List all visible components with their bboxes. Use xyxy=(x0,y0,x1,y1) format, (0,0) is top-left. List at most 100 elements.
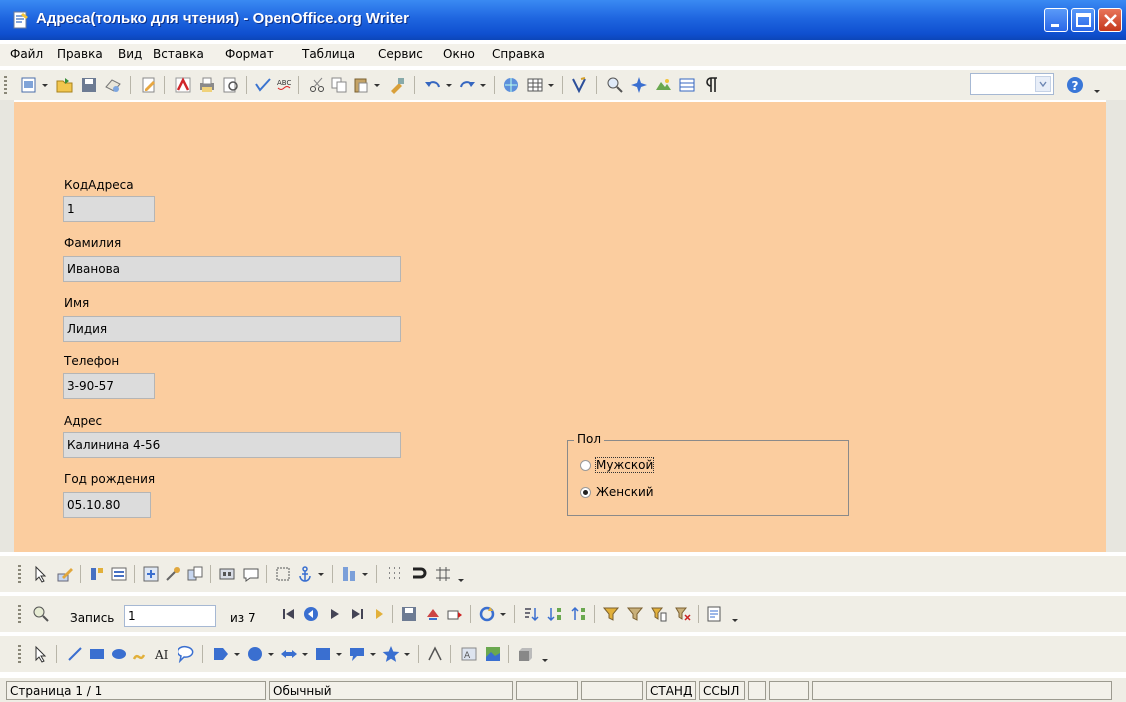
close-button[interactable] xyxy=(1098,8,1122,32)
add-field-icon[interactable] xyxy=(164,565,182,583)
hyperlink-icon[interactable] xyxy=(502,76,520,94)
apply-filter-icon[interactable] xyxy=(626,605,644,623)
undo-record-icon[interactable] xyxy=(424,605,442,623)
block-arrows-dropdown-icon[interactable] xyxy=(300,645,310,663)
position-size-icon[interactable] xyxy=(274,565,292,583)
menu-format[interactable]: Формат xyxy=(225,47,274,61)
ellipse-icon[interactable] xyxy=(110,645,128,663)
design-mode-icon[interactable] xyxy=(56,565,74,583)
sort-ascending-icon[interactable] xyxy=(546,605,564,623)
radio-female-label[interactable]: Женский xyxy=(596,485,654,499)
line-icon[interactable] xyxy=(66,645,84,663)
minimize-button[interactable] xyxy=(1044,8,1068,32)
find-record-icon[interactable] xyxy=(32,605,50,623)
guides-icon[interactable] xyxy=(434,565,452,583)
autospellcheck-icon[interactable]: ABC xyxy=(276,76,294,94)
page-style[interactable]: Обычный xyxy=(269,681,513,700)
stars-icon[interactable] xyxy=(382,645,400,663)
menu-insert[interactable]: Вставка xyxy=(153,47,204,61)
anchor-icon[interactable] xyxy=(296,565,314,583)
toolbar-grip[interactable] xyxy=(4,76,7,94)
new-dropdown-icon[interactable] xyxy=(40,76,50,94)
rectangle-icon[interactable] xyxy=(88,645,106,663)
display-grid-icon[interactable] xyxy=(386,565,404,583)
standard-filter-icon[interactable] xyxy=(650,605,668,623)
redo-icon[interactable] xyxy=(458,76,476,94)
menu-window[interactable]: Окно xyxy=(443,47,475,61)
print-icon[interactable] xyxy=(198,76,216,94)
callouts-dropdown-icon[interactable] xyxy=(368,645,378,663)
form-properties-icon[interactable] xyxy=(110,565,128,583)
previous-record-icon[interactable] xyxy=(302,605,320,623)
basic-shapes-icon[interactable] xyxy=(212,645,230,663)
anchor-dropdown-icon[interactable] xyxy=(316,565,326,583)
symbol-shapes-dropdown-icon[interactable] xyxy=(266,645,276,663)
navigator-icon[interactable] xyxy=(630,76,648,94)
open-in-design-mode-icon[interactable] xyxy=(218,565,236,583)
fontwork-icon[interactable]: A xyxy=(460,645,478,663)
selection-mode[interactable]: ССЫЛ xyxy=(699,681,745,700)
formatting-marks-icon[interactable] xyxy=(702,76,720,94)
points-icon[interactable] xyxy=(426,645,444,663)
edit-file-icon[interactable] xyxy=(140,76,158,94)
help-icon[interactable]: ? xyxy=(1066,76,1084,94)
god-rozhdeniya-field[interactable]: 05.10.80 xyxy=(63,492,151,518)
data-to-text-icon[interactable] xyxy=(706,605,724,623)
menu-edit[interactable]: Правка xyxy=(57,47,103,61)
next-record-icon[interactable] xyxy=(326,605,344,623)
delete-record-icon[interactable] xyxy=(446,605,464,623)
insert-mode[interactable]: СТАНД xyxy=(646,681,696,700)
from-file-icon[interactable] xyxy=(484,645,502,663)
flowchart-dropdown-icon[interactable] xyxy=(334,645,344,663)
form-navigator-icon[interactable] xyxy=(142,565,160,583)
radio-male[interactable] xyxy=(580,460,591,471)
familiya-field[interactable]: Иванова xyxy=(63,256,401,282)
control-properties-icon[interactable] xyxy=(88,565,106,583)
undo-icon[interactable] xyxy=(424,76,442,94)
record-number-input[interactable]: 1 xyxy=(124,605,216,627)
sort-descending-icon[interactable] xyxy=(570,605,588,623)
callout-icon[interactable] xyxy=(178,645,196,663)
snap-to-grid-icon[interactable] xyxy=(410,565,428,583)
export-pdf-icon[interactable] xyxy=(174,76,192,94)
toolbar-overflow-icon-3[interactable] xyxy=(730,605,740,623)
maximize-button[interactable] xyxy=(1071,8,1095,32)
datasources-icon[interactable] xyxy=(678,76,696,94)
copy-icon[interactable] xyxy=(330,76,348,94)
sort-icon[interactable] xyxy=(522,605,540,623)
save-record-icon[interactable] xyxy=(400,605,418,623)
alignment-icon[interactable] xyxy=(340,565,358,583)
radio-female[interactable] xyxy=(580,487,591,498)
activation-order-icon[interactable] xyxy=(186,565,204,583)
save-icon[interactable] xyxy=(80,76,98,94)
flowchart-icon[interactable] xyxy=(314,645,332,663)
page-preview-icon[interactable] xyxy=(222,76,240,94)
show-draw-functions-icon[interactable] xyxy=(570,76,588,94)
gallery-icon[interactable] xyxy=(654,76,672,94)
imya-field[interactable]: Лидия xyxy=(63,316,401,342)
toolbar-overflow-icon-4[interactable] xyxy=(540,645,550,663)
autofilter-icon[interactable] xyxy=(602,605,620,623)
block-arrows-icon[interactable] xyxy=(280,645,298,663)
refresh-icon[interactable] xyxy=(478,605,496,623)
kod-field[interactable]: 1 xyxy=(63,196,155,222)
freeform-line-icon[interactable] xyxy=(132,645,150,663)
menu-tools[interactable]: Сервис xyxy=(378,47,423,61)
radio-male-label[interactable]: Мужской xyxy=(594,457,655,473)
adres-field[interactable]: Калинина 4-56 xyxy=(63,432,401,458)
paste-icon[interactable] xyxy=(352,76,370,94)
toolbar-overflow-icon-2[interactable] xyxy=(456,565,466,583)
select-icon[interactable] xyxy=(32,565,50,583)
draw-select-icon[interactable] xyxy=(32,645,50,663)
callouts-icon[interactable] xyxy=(348,645,366,663)
stars-dropdown-icon[interactable] xyxy=(402,645,412,663)
zoom-dropdown-button[interactable] xyxy=(1035,76,1051,92)
telefon-field[interactable]: 3-90-57 xyxy=(63,373,155,399)
menu-table[interactable]: Таблица xyxy=(302,47,355,61)
symbol-shapes-icon[interactable] xyxy=(246,645,264,663)
clone-formatting-icon[interactable] xyxy=(388,76,406,94)
text-icon[interactable]: AI xyxy=(154,645,172,663)
menu-file[interactable]: Файл xyxy=(10,47,43,61)
email-icon[interactable] xyxy=(104,76,122,94)
refresh-dropdown-icon[interactable] xyxy=(498,605,508,623)
